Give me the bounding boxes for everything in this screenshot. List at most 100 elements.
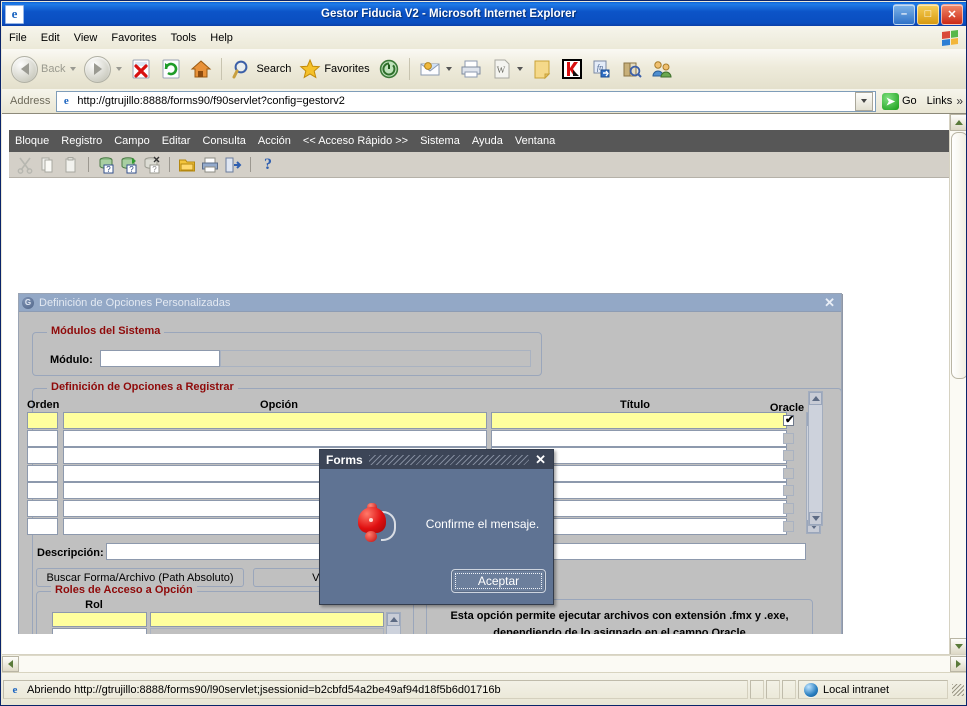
forms-menu-campo[interactable]: Campo (108, 134, 155, 148)
forms-menu-registro[interactable]: Registro (55, 134, 108, 148)
cell-oracle-checkbox[interactable] (783, 468, 794, 479)
cell-orden[interactable] (27, 412, 58, 429)
edit-word-button[interactable]: W (486, 52, 527, 86)
alert-aceptar-button[interactable]: Aceptar (451, 569, 546, 593)
forms-menu-bloque[interactable]: Bloque (9, 134, 55, 148)
forms-cancel-query-button[interactable]: ? (142, 155, 162, 175)
forms-help-button[interactable]: ? (258, 155, 278, 175)
forms-print-button[interactable] (200, 155, 220, 175)
menu-file[interactable]: File (2, 30, 34, 46)
history-icon (378, 58, 400, 80)
messenger-button[interactable]: fn (587, 52, 617, 86)
forms-menu-editar[interactable]: Editar (156, 134, 197, 148)
forms-save-button[interactable] (177, 155, 197, 175)
cell-oracle-checkbox[interactable] (783, 433, 794, 444)
cell-orden[interactable] (27, 518, 58, 535)
canvas-scroll-down-button[interactable] (809, 512, 822, 525)
cell-oracle-checkbox[interactable] (783, 485, 794, 496)
canvas-scroll-up-button[interactable] (809, 392, 822, 405)
toolbar-overflow-chevron-icon[interactable]: » (956, 94, 967, 108)
forms-exit-button[interactable] (223, 155, 243, 175)
people-button[interactable] (647, 52, 677, 86)
maximize-button[interactable]: □ (917, 4, 939, 25)
page-scroll-thumb[interactable] (951, 132, 967, 379)
back-button[interactable]: Back (2, 52, 80, 86)
cell-titulo[interactable] (491, 430, 787, 447)
forms-execute-query-button[interactable]: ? (119, 155, 139, 175)
roles-group-title: Roles de Acceso a Opción (51, 584, 197, 596)
cell-rol[interactable] (52, 612, 147, 627)
cell-oracle-checkbox[interactable] (783, 450, 794, 461)
modulo-input[interactable] (100, 350, 220, 367)
forms-menu-sistema[interactable]: Sistema (414, 134, 466, 148)
forms-menu-acceso-rapido[interactable]: << Acceso Rápido >> (297, 134, 414, 148)
cell-oracle-checkbox[interactable] (783, 521, 794, 532)
cell-orden[interactable] (27, 482, 58, 499)
back-label: Back (41, 63, 65, 75)
cell-rol[interactable] (52, 628, 147, 634)
menu-favorites[interactable]: Favorites (104, 30, 163, 46)
minimize-button[interactable]: – (893, 4, 915, 25)
paste-icon (62, 156, 80, 174)
notes-button[interactable] (527, 52, 557, 86)
forms-menu-ayuda[interactable]: Ayuda (466, 134, 509, 148)
forward-button[interactable] (80, 52, 126, 86)
cell-opcion[interactable] (63, 430, 487, 447)
cell-orden[interactable] (27, 447, 58, 464)
links-label[interactable]: Links (923, 95, 957, 107)
back-dropdown-icon[interactable] (70, 67, 76, 71)
page-scroll-up-button[interactable] (950, 114, 967, 131)
edit-dropdown-icon[interactable] (517, 67, 523, 71)
roles-grid-scrollbar[interactable] (386, 612, 401, 634)
favorites-button[interactable]: Favorites (295, 52, 373, 86)
home-button[interactable] (186, 52, 216, 86)
forms-paste-button[interactable] (61, 155, 81, 175)
hscroll-right-button[interactable] (950, 656, 967, 672)
forms-menu-ventana[interactable]: Ventana (509, 134, 561, 148)
forward-dropdown-icon[interactable] (116, 67, 122, 71)
hscroll-track[interactable] (19, 655, 950, 673)
menu-view[interactable]: View (67, 30, 105, 46)
cell-oracle-checkbox[interactable] (783, 503, 794, 514)
refresh-button[interactable] (156, 52, 186, 86)
mail-dropdown-icon[interactable] (446, 67, 452, 71)
column-header-orden: Orden (27, 399, 87, 411)
hscroll-left-button[interactable] (2, 656, 19, 672)
cell-orden[interactable] (27, 500, 58, 517)
menu-help[interactable]: Help (203, 30, 240, 46)
forms-menu-consulta[interactable]: Consulta (196, 134, 251, 148)
menu-tools[interactable]: Tools (164, 30, 204, 46)
alert-close-button[interactable]: ✕ (535, 453, 546, 466)
kaspersky-button[interactable] (557, 52, 587, 86)
print-button[interactable] (456, 52, 486, 86)
address-dropdown-button[interactable] (855, 92, 873, 111)
address-input[interactable]: e http://gtrujillo:8888/forms90/f90servl… (56, 91, 876, 112)
contacts-icon (651, 58, 673, 80)
mail-button[interactable] (415, 52, 456, 86)
page-vertical-scrollbar[interactable] (949, 114, 967, 654)
cell-titulo[interactable] (491, 412, 787, 429)
forms-toolbar: ? ? (9, 152, 949, 178)
stop-button[interactable] (126, 52, 156, 86)
close-button[interactable]: ✕ (941, 4, 963, 25)
go-button[interactable]: ➤ Go (876, 93, 923, 110)
forms-cut-button[interactable] (15, 155, 35, 175)
cell-opcion[interactable] (63, 412, 487, 429)
cell-oracle-checkbox[interactable]: ✔ (783, 415, 794, 426)
cell-orden[interactable] (27, 430, 58, 447)
page-scroll-down-button[interactable] (950, 638, 967, 654)
page-favicon-icon: e (59, 94, 73, 108)
history-button[interactable] (374, 52, 404, 86)
menu-edit[interactable]: Edit (34, 30, 67, 46)
page-horizontal-scrollbar[interactable] (2, 654, 967, 673)
forms-window-close-button[interactable]: ✕ (824, 296, 835, 309)
resize-grip-icon[interactable] (952, 684, 964, 696)
cell-orden[interactable] (27, 465, 58, 482)
roles-scroll-up-button[interactable] (387, 613, 400, 626)
forms-copy-button[interactable] (38, 155, 58, 175)
research-button[interactable] (617, 52, 647, 86)
forms-canvas-scrollbar[interactable] (808, 391, 823, 526)
forms-menu-accion[interactable]: Acción (252, 134, 297, 148)
forms-enter-query-button[interactable]: ? (96, 155, 116, 175)
search-button[interactable]: Search (227, 52, 295, 86)
